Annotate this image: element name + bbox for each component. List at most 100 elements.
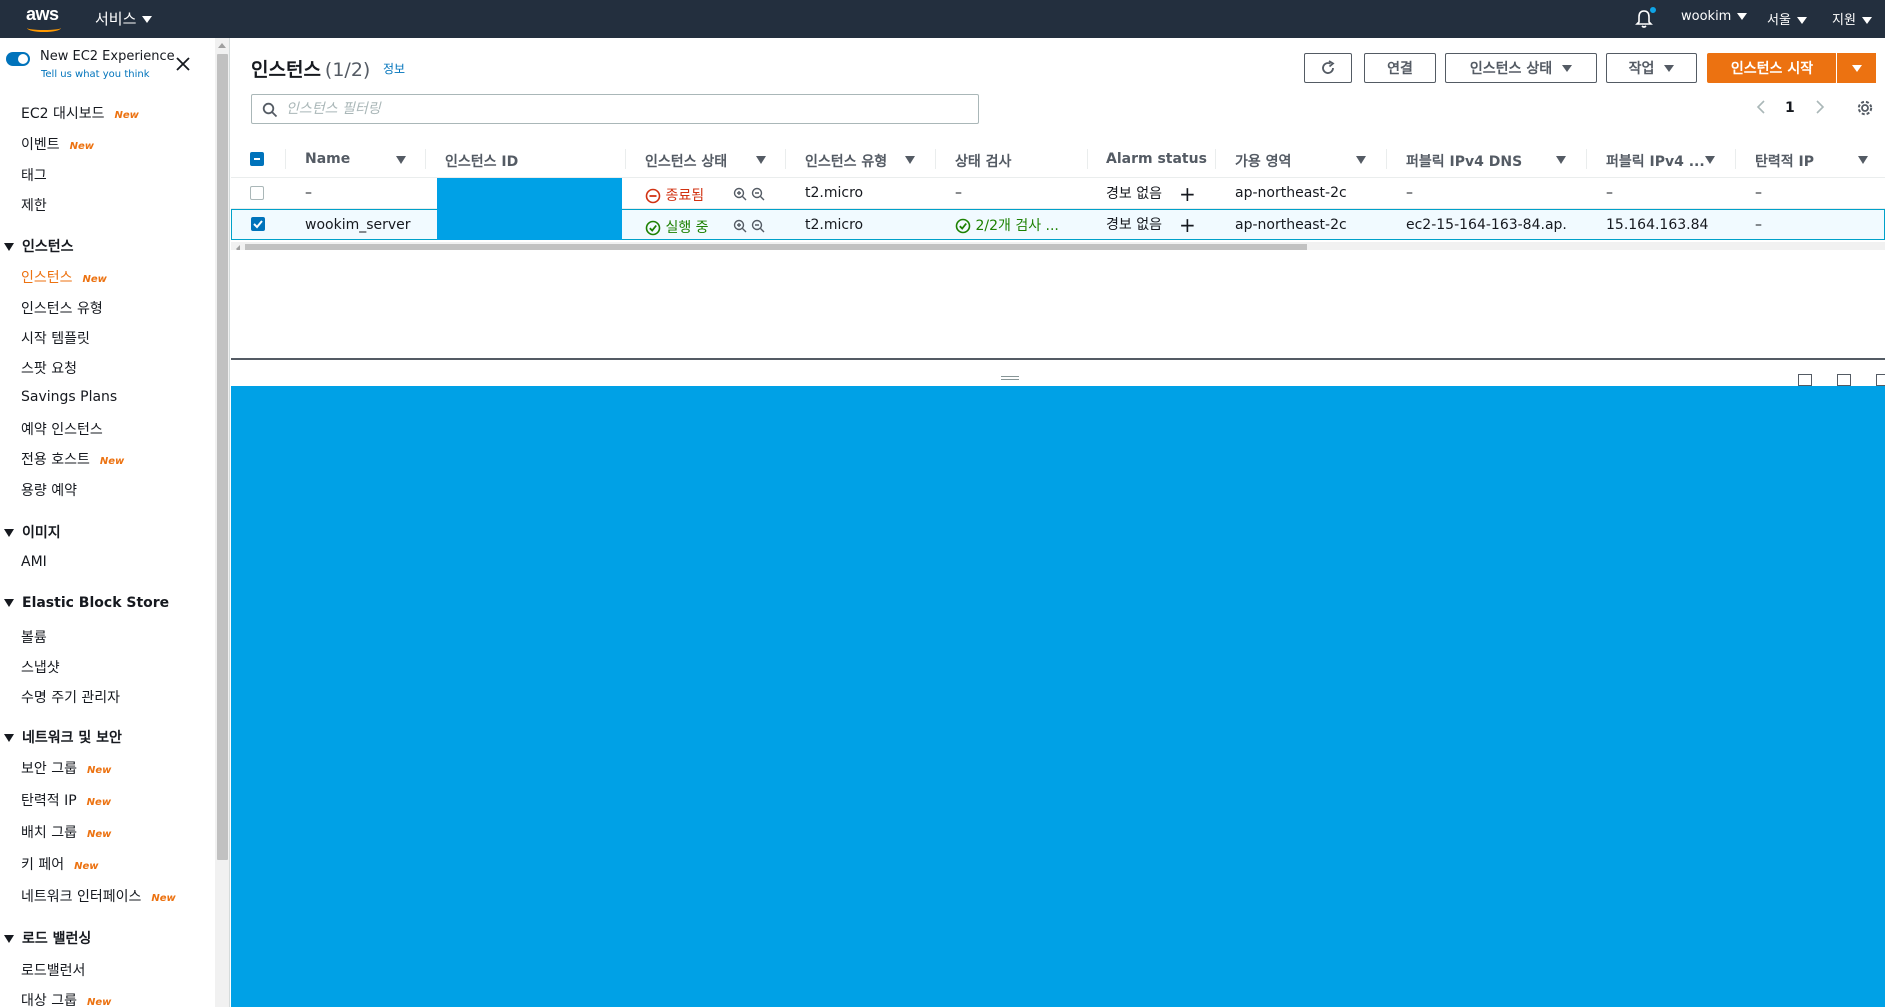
sort-icon[interactable] [905,156,915,164]
instance-state-label: 인스턴스 상태 [1469,61,1553,77]
section-load-balancing[interactable]: 로드 밸런싱 [4,928,91,948]
column-divider [425,149,426,169]
sidebar-item-ec2-dashboard[interactable]: EC2 대시보드 New [21,103,139,123]
sidebar-item-capacity-reservations[interactable]: 용량 예약 [21,480,77,500]
sidebar-item-savings-plans[interactable]: Savings Plans [21,389,117,405]
sort-icon[interactable] [756,156,766,164]
layout-side-icon[interactable] [1837,374,1851,386]
sidebar-item-spot-requests[interactable]: 스팟 요청 [21,358,77,378]
prev-page-button[interactable] [1755,99,1767,119]
sort-icon[interactable] [1356,156,1366,164]
instance-state-text: 종료됨 [665,188,705,204]
column-header-public-dns[interactable]: 퍼블릭 IPv4 DNS [1406,151,1522,171]
sidebar-scrollbar[interactable] [215,38,230,1007]
sidebar-item-reserved-instances[interactable]: 예약 인스턴스 [21,419,103,439]
sidebar-item-label: 수명 주기 관리자 [21,690,121,706]
row-checkbox[interactable] [250,186,264,200]
sidebar-item-ami[interactable]: AMI [21,554,47,570]
sidebar-item-launch-templates[interactable]: 시작 템플릿 [21,328,90,348]
column-header-label: 탄력적 IP [1755,154,1814,170]
split-pane-divider[interactable] [231,358,1885,360]
refresh-button[interactable] [1304,53,1352,83]
sidebar-item-network-interfaces[interactable]: 네트워크 인터페이스 New [21,886,176,906]
section-instances[interactable]: 인스턴스 [4,236,74,256]
actions-button[interactable]: 작업 [1606,53,1697,83]
support-menu[interactable]: 지원 [1832,9,1872,28]
table-horizontal-scrollbar[interactable] [231,242,1885,250]
sidebar-item-tags[interactable]: 태그 [21,165,47,185]
launch-instance-dropdown[interactable] [1836,53,1876,83]
sort-icon[interactable] [396,156,406,164]
connect-button[interactable]: 연결 [1364,53,1436,83]
sidebar-item-load-balancers[interactable]: 로드밸런서 [21,960,85,980]
sidebar-item-snapshots[interactable]: 스냅샷 [21,657,60,677]
launch-instance-button[interactable]: 인스턴스 시작 [1707,53,1837,83]
section-ebs[interactable]: Elastic Block Store [4,595,169,611]
column-header-label: 인스턴스 ID [445,154,519,170]
sidebar-item-key-pairs[interactable]: 키 페어 New [21,854,98,874]
close-icon[interactable] [175,56,191,72]
table-row[interactable]: wookim_server 실행 중 t2.micro 2/2개 검사 ... … [231,209,1885,240]
add-alarm-plus-icon[interactable]: + [1179,213,1196,237]
sidebar-item-target-groups[interactable]: 대상 그룹 New [21,990,111,1007]
zoom-controls [733,218,765,234]
zoom-in-icon[interactable] [733,219,747,233]
layout-full-icon[interactable] [1876,374,1885,386]
scroll-up-icon[interactable] [218,43,226,48]
section-images[interactable]: 이미지 [4,522,61,542]
column-header-availability-zone[interactable]: 가용 영역 [1235,151,1291,171]
column-header-instance-state[interactable]: 인스턴스 상태 [645,151,727,171]
table-row[interactable]: – 종료됨 t2.micro – 경보 없음 + ap-northeast-2c… [231,178,1885,209]
preferences-button[interactable] [1856,99,1874,121]
sidebar-item-instances[interactable]: 인스턴스 New [21,267,107,287]
zoom-in-icon[interactable] [733,187,747,201]
status-check-text: 2/2개 검사 ... [975,218,1059,234]
sidebar-item-events[interactable]: 이벤트 New [21,134,94,154]
sidebar-item-limits[interactable]: 제한 [21,195,47,215]
sidebar-item-dedicated-hosts[interactable]: 전용 호스트 New [21,449,124,469]
new-experience-toggle[interactable] [6,52,30,66]
column-header-status-check[interactable]: 상태 검사 [955,151,1011,171]
column-header-instance-type[interactable]: 인스턴스 유형 [805,151,887,171]
sidebar-item-elastic-ips[interactable]: 탄력적 IP New [21,790,111,810]
column-header-elastic-ip[interactable]: 탄력적 IP [1755,151,1814,171]
page-number[interactable]: 1 [1785,100,1795,116]
layout-bottom-icon[interactable] [1798,374,1812,386]
sidebar-item-instance-types[interactable]: 인스턴스 유형 [21,298,103,318]
sidebar-item-placement-groups[interactable]: 배치 그룹 New [21,822,111,842]
sidebar-item-label: 네트워크 인터페이스 [21,889,142,905]
column-header-public-ip[interactable]: 퍼블릭 IPv4 ... [1606,151,1705,171]
sidebar-item-security-groups[interactable]: 보안 그룹 New [21,758,111,778]
scrollbar-thumb[interactable] [245,244,1307,250]
section-title: Elastic Block Store [22,595,170,611]
region-menu[interactable]: 서울 [1767,9,1807,28]
instance-filter[interactable] [251,94,979,124]
column-header-instance-id[interactable]: 인스턴스 ID [445,151,518,171]
row-checkbox[interactable] [251,217,265,231]
instance-state-button[interactable]: 인스턴스 상태 [1445,53,1597,83]
zoom-out-icon[interactable] [751,219,765,233]
cell-status-check[interactable]: 2/2개 검사 ... [955,215,1059,235]
sort-icon[interactable] [1858,156,1868,164]
sort-icon[interactable] [1705,156,1715,164]
sidebar-item-volumes[interactable]: 볼륨 [21,627,47,647]
zoom-out-icon[interactable] [751,187,765,201]
feedback-link[interactable]: Tell us what you think [41,69,150,80]
resize-handle-icon[interactable] [1001,376,1019,382]
sidebar-item-lifecycle-manager[interactable]: 수명 주기 관리자 [21,687,120,707]
column-header-name[interactable]: Name [305,151,350,167]
select-all-checkbox[interactable] [250,152,264,166]
search-input[interactable] [286,99,966,119]
services-menu[interactable]: 서비스 [95,8,153,29]
add-alarm-plus-icon[interactable]: + [1179,182,1196,206]
column-header-alarm-status[interactable]: Alarm status [1106,151,1207,167]
aws-logo-text: aws [26,4,59,24]
scrollbar-thumb[interactable] [217,54,228,860]
info-link[interactable]: 정보 [383,60,405,77]
sort-icon[interactable] [1556,156,1566,164]
next-page-button[interactable] [1814,99,1826,119]
scroll-left-icon[interactable] [234,244,242,250]
section-network-security[interactable]: 네트워크 및 보안 [4,727,122,747]
user-menu[interactable]: wookim [1681,9,1748,24]
aws-logo[interactable]: aws [26,4,66,32]
